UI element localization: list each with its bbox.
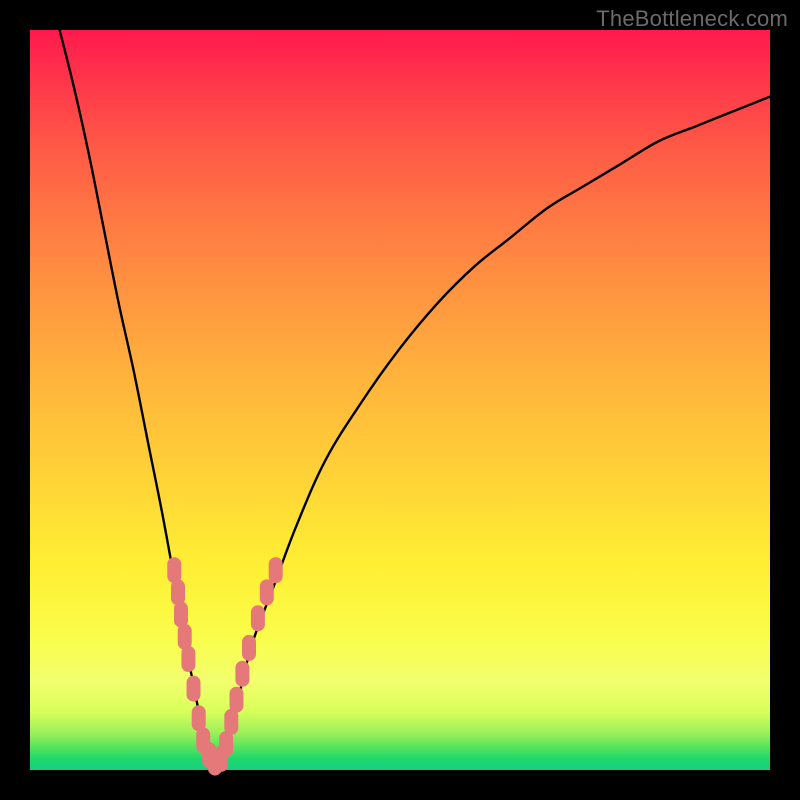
data-marker (167, 557, 181, 583)
data-marker (260, 579, 274, 605)
plot-area (30, 30, 770, 770)
data-marker (224, 709, 238, 735)
data-marker (187, 676, 201, 702)
data-marker (171, 579, 185, 605)
data-marker (230, 687, 244, 713)
data-marker (178, 624, 192, 650)
data-marker (181, 646, 195, 672)
data-marker (251, 605, 265, 631)
watermark-text: TheBottleneck.com (596, 6, 788, 32)
chart-frame: TheBottleneck.com (0, 0, 800, 800)
marker-group (167, 557, 282, 775)
data-marker (269, 557, 283, 583)
data-marker (242, 635, 256, 661)
data-marker (174, 602, 188, 628)
data-marker (235, 661, 249, 687)
bottleneck-curve (60, 30, 770, 763)
data-marker (219, 731, 233, 757)
data-marker (192, 705, 206, 731)
curve-svg (30, 30, 770, 770)
